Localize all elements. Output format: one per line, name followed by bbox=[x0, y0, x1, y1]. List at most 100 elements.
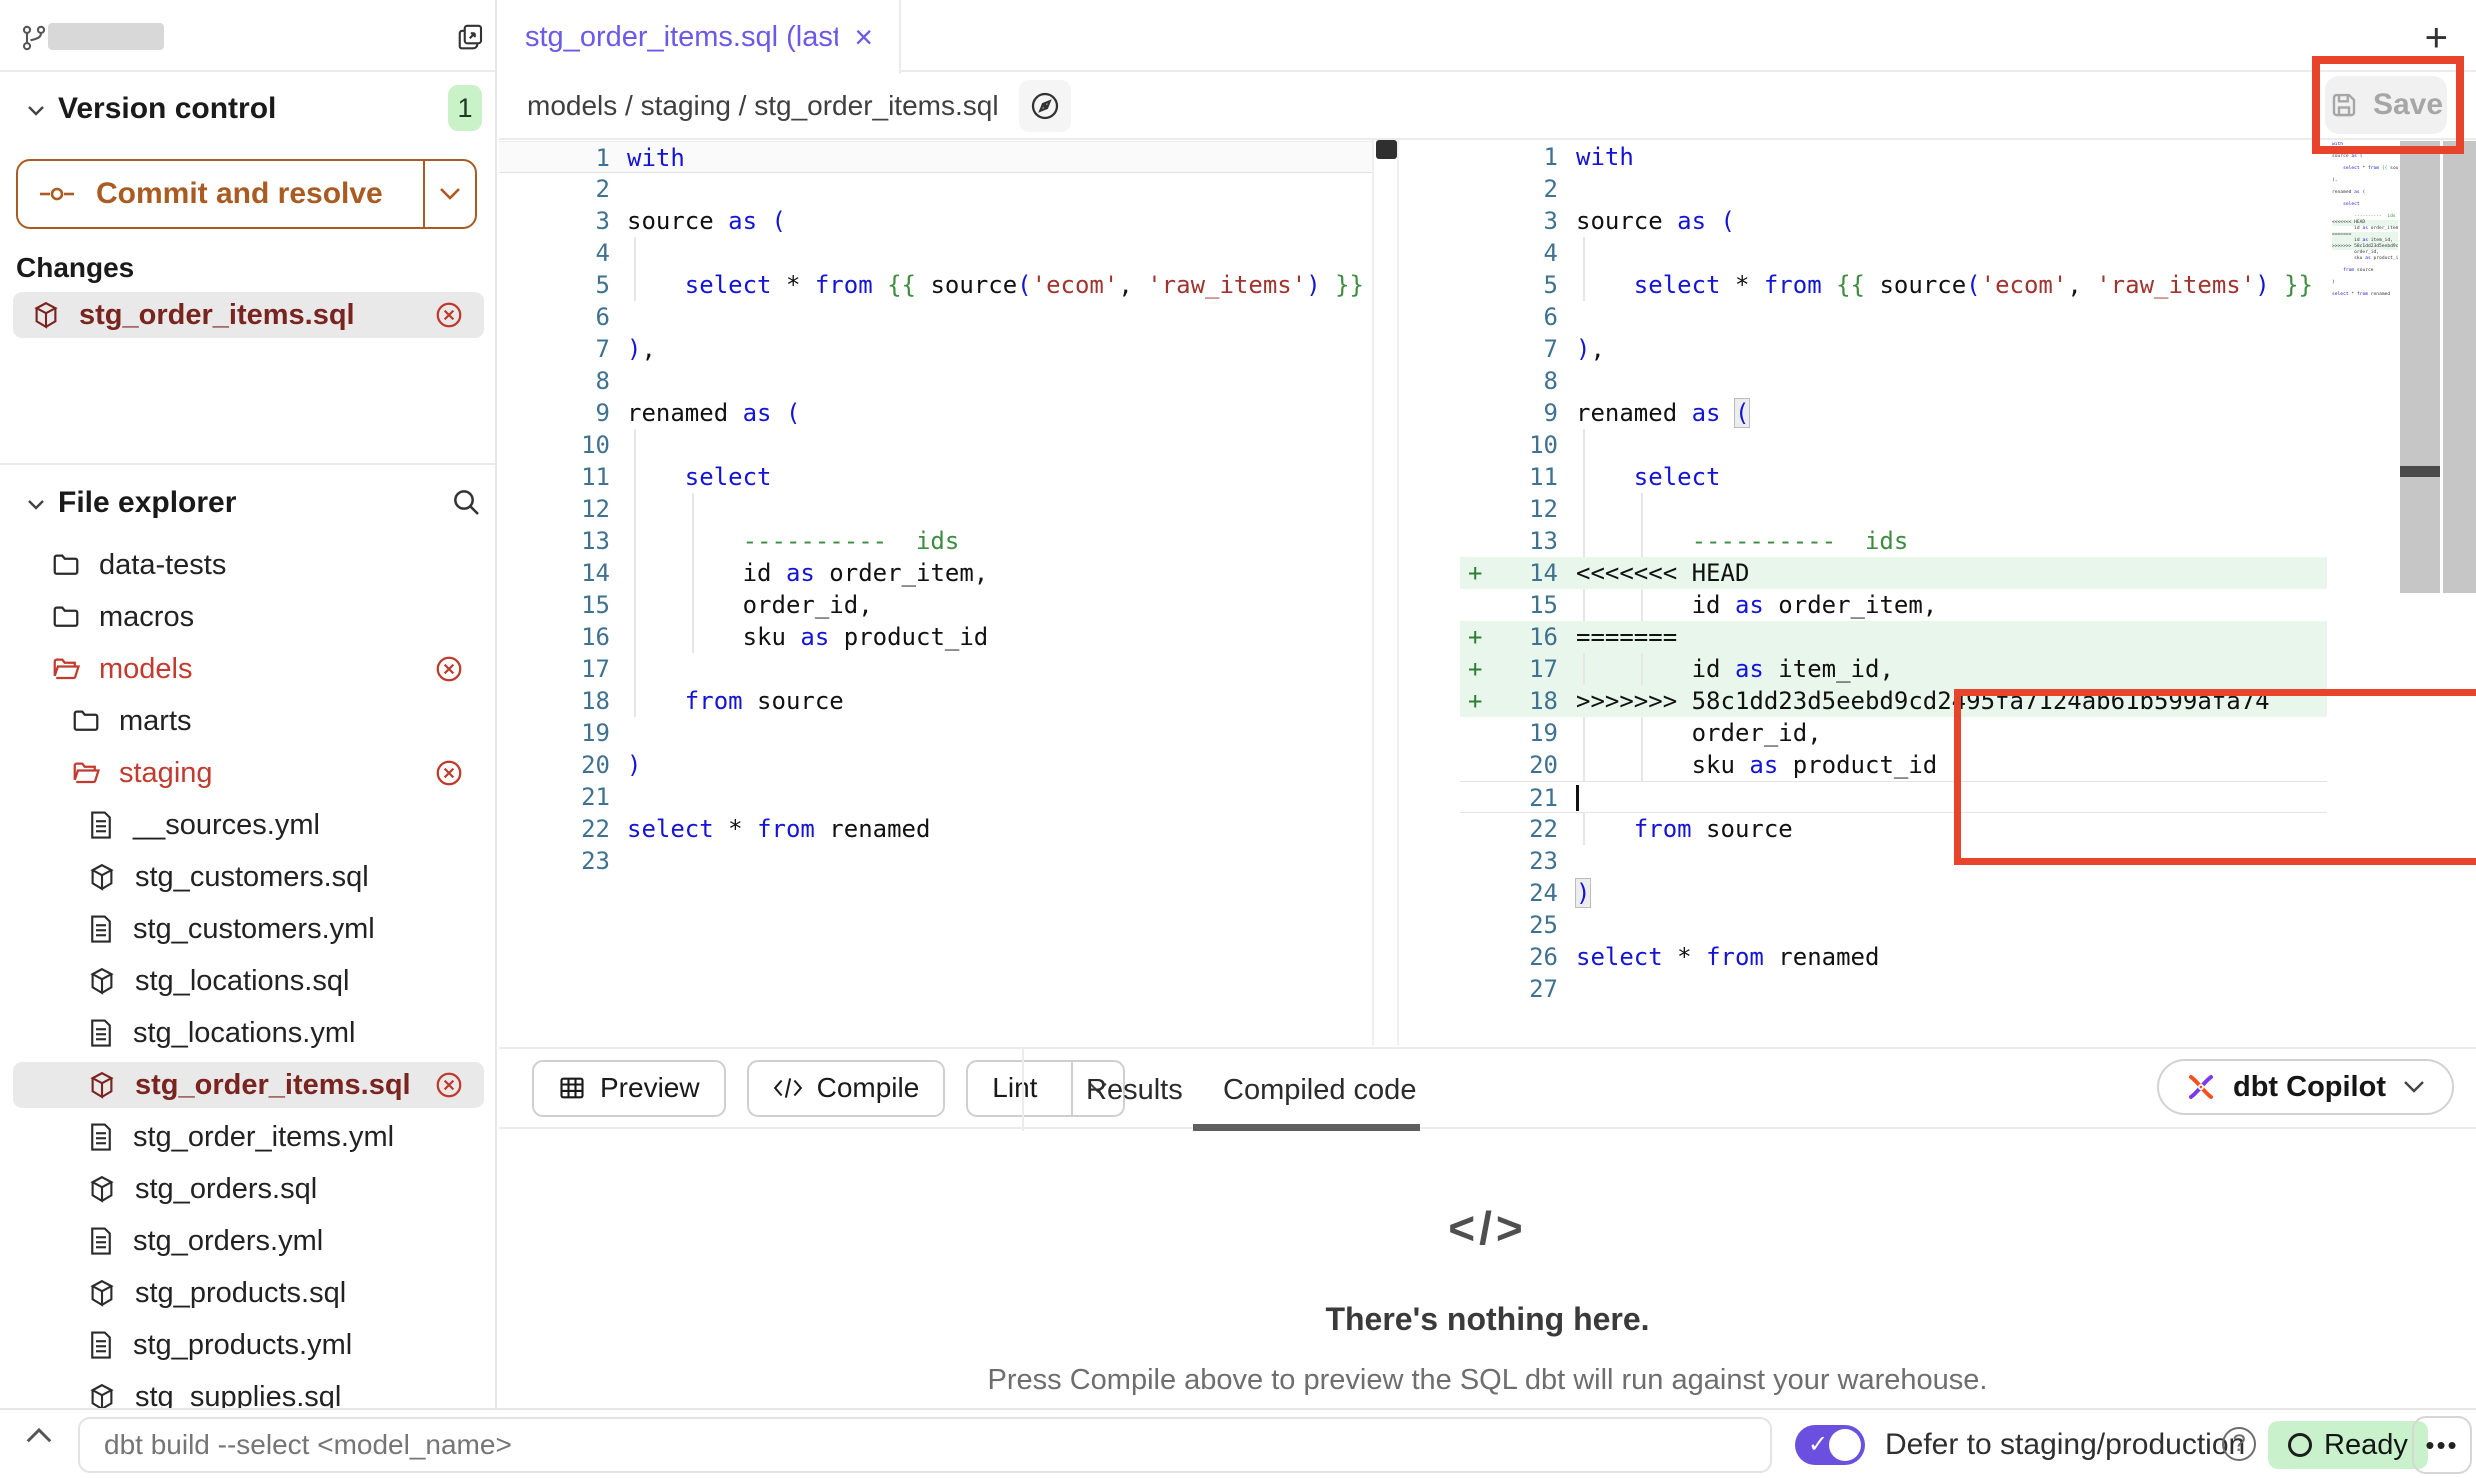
file-row-stg-orders-yml[interactable]: stg_orders.yml bbox=[13, 1218, 484, 1264]
code-line-12[interactable]: 12 bbox=[499, 493, 1374, 525]
code-line-22[interactable]: 22select * from renamed bbox=[499, 813, 1374, 845]
code-line-21[interactable]: 21 bbox=[1460, 781, 2327, 813]
file-row-marts[interactable]: marts bbox=[13, 698, 484, 744]
code-line-14[interactable]: 14 id as order_item, bbox=[499, 557, 1374, 589]
code-line-10[interactable]: 10 bbox=[499, 429, 1374, 461]
code-line-24[interactable]: 24) bbox=[1460, 877, 2327, 909]
code-line-2[interactable]: 2 bbox=[1460, 173, 2327, 205]
code-line-26[interactable]: 26select * from renamed bbox=[1460, 941, 2327, 973]
code-line-23[interactable]: 23 bbox=[499, 845, 1374, 877]
tab-stg-order-items[interactable]: stg_order_items.sql (last c... × bbox=[499, 0, 901, 74]
code-line-27[interactable]: 27 bbox=[1460, 973, 2327, 1005]
code-line-20[interactable]: 20) bbox=[499, 749, 1374, 781]
code-line-3[interactable]: 3source as ( bbox=[1460, 205, 2327, 237]
file-row-models[interactable]: models bbox=[13, 646, 484, 692]
changed-file-row[interactable]: stg_order_items.sql bbox=[13, 292, 484, 338]
code-line-12[interactable]: 12 bbox=[1460, 493, 2327, 525]
file-row-stg-customers-yml[interactable]: stg_customers.yml bbox=[13, 906, 484, 952]
code-line-16[interactable]: +16======= bbox=[1460, 621, 2327, 653]
code-line-5[interactable]: 5 select * from {{ source('ecom', 'raw_i… bbox=[499, 269, 1374, 301]
file-row--sources-yml[interactable]: __sources.yml bbox=[13, 802, 484, 848]
code-line-23[interactable]: 23 bbox=[1460, 845, 2327, 877]
tab-compiled-code[interactable]: Compiled code bbox=[1223, 1049, 1416, 1131]
code-line-3[interactable]: 3source as ( bbox=[499, 205, 1374, 237]
file-row-stg-customers-sql[interactable]: stg_customers.sql bbox=[13, 854, 484, 900]
code-line-8[interactable]: 8 bbox=[1460, 365, 2327, 397]
defer-toggle[interactable]: ✓ bbox=[1795, 1425, 1865, 1465]
file-row-stg-locations-sql[interactable]: stg_locations.sql bbox=[13, 958, 484, 1004]
help-icon[interactable]: ? bbox=[2222, 1427, 2256, 1461]
code-line-1[interactable]: 1with bbox=[1460, 141, 2327, 173]
code-line-19[interactable]: 19 order_id, bbox=[1460, 717, 2327, 749]
file-row-data-tests[interactable]: data-tests bbox=[13, 542, 484, 588]
discard-change-icon[interactable] bbox=[434, 1070, 464, 1100]
window-scrollbar-track[interactable] bbox=[2443, 141, 2476, 593]
code-line-13[interactable]: 13 ---------- ids bbox=[499, 525, 1374, 557]
file-row-staging[interactable]: staging bbox=[13, 750, 484, 796]
code-line-15[interactable]: 15 id as order_item, bbox=[1460, 589, 2327, 621]
code-line-1[interactable]: 1with bbox=[499, 141, 1374, 173]
code-line-6[interactable]: 6 bbox=[499, 301, 1374, 333]
new-tab-icon[interactable]: + bbox=[2425, 18, 2448, 58]
branch-name-placeholder[interactable] bbox=[48, 23, 164, 50]
minimap[interactable]: with source as ( select * from {{ source… bbox=[2332, 142, 2398, 304]
line-number: 1 bbox=[1494, 141, 1558, 173]
code-line-5[interactable]: 5 select * from {{ source('ecom', 'raw_i… bbox=[1460, 269, 2327, 301]
file-row-stg-locations-yml[interactable]: stg_locations.yml bbox=[13, 1010, 484, 1056]
code-line-8[interactable]: 8 bbox=[499, 365, 1374, 397]
code-line-6[interactable]: 6 bbox=[1460, 301, 2327, 333]
dbt-copilot-button[interactable]: dbt Copilot bbox=[2157, 1059, 2454, 1115]
code-line-11[interactable]: 11 select bbox=[1460, 461, 2327, 493]
code-line-20[interactable]: 20 sku as product_id bbox=[1460, 749, 2327, 781]
code-line-15[interactable]: 15 order_id, bbox=[499, 589, 1374, 621]
commit-and-resolve-button[interactable]: Commit and resolve bbox=[16, 159, 477, 229]
code-line-4[interactable]: 4 bbox=[499, 237, 1374, 269]
code-line-14[interactable]: +14<<<<<<< HEAD bbox=[1460, 557, 2327, 589]
code-line-16[interactable]: 16 sku as product_id bbox=[499, 621, 1374, 653]
file-row-stg-products-sql[interactable]: stg_products.sql bbox=[13, 1270, 484, 1316]
editor-scrollbar-thumb[interactable] bbox=[2400, 466, 2440, 477]
compile-button[interactable]: Compile bbox=[747, 1060, 946, 1117]
code-line-7[interactable]: 7), bbox=[1460, 333, 2327, 365]
code-line-9[interactable]: 9renamed as ( bbox=[499, 397, 1374, 429]
copy-icon[interactable] bbox=[456, 22, 486, 52]
editor-scrollbar-track[interactable] bbox=[2400, 141, 2440, 593]
file-row-stg-orders-sql[interactable]: stg_orders.sql bbox=[13, 1166, 484, 1212]
discard-change-icon[interactable] bbox=[434, 758, 464, 788]
code-line-21[interactable]: 21 bbox=[499, 781, 1374, 813]
code-line-2[interactable]: 2 bbox=[499, 173, 1374, 205]
command-input[interactable] bbox=[78, 1417, 1772, 1473]
discard-change-icon[interactable] bbox=[434, 300, 464, 330]
file-row-stg-products-yml[interactable]: stg_products.yml bbox=[13, 1322, 484, 1368]
code-line-25[interactable]: 25 bbox=[1460, 909, 2327, 941]
chevron-down-icon[interactable] bbox=[24, 492, 48, 516]
tab-close-icon[interactable]: × bbox=[854, 21, 873, 53]
tab-results[interactable]: Results bbox=[1086, 1049, 1183, 1131]
search-icon[interactable] bbox=[450, 486, 482, 518]
code-line-11[interactable]: 11 select bbox=[499, 461, 1374, 493]
file-row-stg-order-items-yml[interactable]: stg_order_items.yml bbox=[13, 1114, 484, 1160]
left-pane-scrollbar[interactable] bbox=[1372, 140, 1399, 1045]
code-line-17[interactable]: 17 bbox=[499, 653, 1374, 685]
lineage-button[interactable] bbox=[1019, 80, 1071, 132]
file-row-stg-order-items-sql[interactable]: stg_order_items.sql bbox=[13, 1062, 484, 1108]
code-line-18[interactable]: +18>>>>>>> 58c1dd23d5eebd9cd2495fa7124ab… bbox=[1460, 685, 2327, 717]
code-line-4[interactable]: 4 bbox=[1460, 237, 2327, 269]
preview-button[interactable]: Preview bbox=[532, 1060, 726, 1117]
chevron-down-icon[interactable] bbox=[24, 98, 48, 122]
save-button[interactable]: Save bbox=[2325, 76, 2447, 134]
code-line-10[interactable]: 10 bbox=[1460, 429, 2327, 461]
discard-change-icon[interactable] bbox=[434, 654, 464, 684]
code-line-22[interactable]: 22 from source bbox=[1460, 813, 2327, 845]
more-options-button[interactable]: ••• bbox=[2412, 1416, 2472, 1474]
code-line-18[interactable]: 18 from source bbox=[499, 685, 1374, 717]
code-line-13[interactable]: 13 ---------- ids bbox=[1460, 525, 2327, 557]
code-line-7[interactable]: 7), bbox=[499, 333, 1374, 365]
collapse-chevron-icon[interactable] bbox=[24, 1424, 54, 1446]
commit-dropdown-button[interactable] bbox=[423, 161, 475, 227]
code-line-19[interactable]: 19 bbox=[499, 717, 1374, 749]
file-row-macros[interactable]: macros bbox=[13, 594, 484, 640]
code-line-17[interactable]: +17 id as item_id, bbox=[1460, 653, 2327, 685]
code-line-9[interactable]: 9renamed as ( bbox=[1460, 397, 2327, 429]
left-pane-scrollbar-thumb[interactable] bbox=[1376, 140, 1397, 159]
